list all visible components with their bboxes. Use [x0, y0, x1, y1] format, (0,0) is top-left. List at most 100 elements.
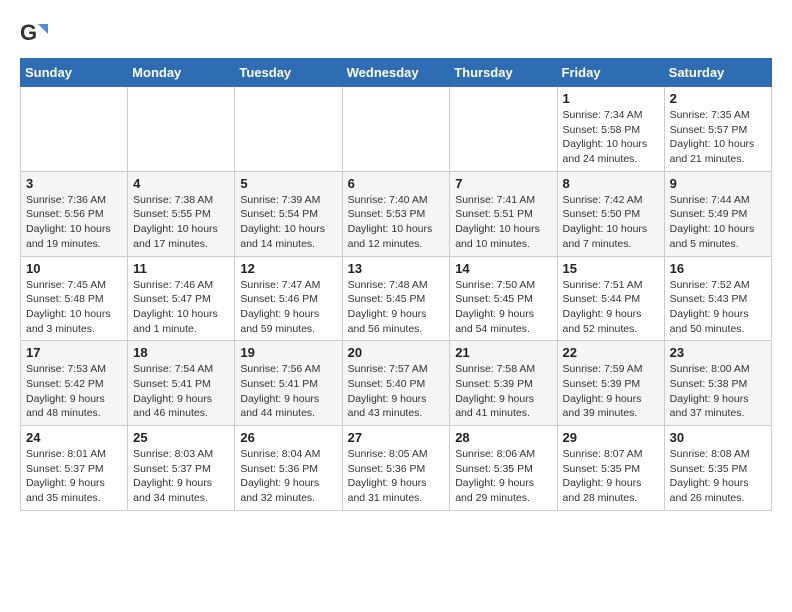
day-info: Sunrise: 7:54 AMSunset: 5:41 PMDaylight:… [133, 362, 229, 421]
calendar-cell: 29 Sunrise: 8:07 AMSunset: 5:35 PMDayligh… [557, 426, 664, 511]
calendar-cell [235, 87, 342, 172]
calendar-cell: 15 Sunrise: 7:51 AMSunset: 5:44 PMDayligh… [557, 256, 664, 341]
day-info: Sunrise: 7:35 AMSunset: 5:57 PMDaylight:… [670, 108, 766, 167]
header: G [20, 20, 772, 48]
day-info: Sunrise: 8:03 AMSunset: 5:37 PMDaylight:… [133, 447, 229, 506]
calendar-week-4: 17 Sunrise: 7:53 AMSunset: 5:42 PMDayligh… [21, 341, 772, 426]
day-number: 13 [348, 261, 445, 276]
calendar-week-2: 3 Sunrise: 7:36 AMSunset: 5:56 PMDaylight… [21, 171, 772, 256]
day-info: Sunrise: 7:56 AMSunset: 5:41 PMDaylight:… [240, 362, 336, 421]
day-number: 19 [240, 345, 336, 360]
day-info: Sunrise: 7:59 AMSunset: 5:39 PMDaylight:… [563, 362, 659, 421]
calendar-week-5: 24 Sunrise: 8:01 AMSunset: 5:37 PMDayligh… [21, 426, 772, 511]
day-number: 5 [240, 176, 336, 191]
calendar: SundayMondayTuesdayWednesdayThursdayFrid… [20, 58, 772, 511]
day-info: Sunrise: 8:08 AMSunset: 5:35 PMDaylight:… [670, 447, 766, 506]
day-info: Sunrise: 8:07 AMSunset: 5:35 PMDaylight:… [563, 447, 659, 506]
calendar-cell: 19 Sunrise: 7:56 AMSunset: 5:41 PMDayligh… [235, 341, 342, 426]
calendar-cell [21, 87, 128, 172]
day-number: 3 [26, 176, 122, 191]
calendar-cell: 5 Sunrise: 7:39 AMSunset: 5:54 PMDaylight… [235, 171, 342, 256]
calendar-cell: 2 Sunrise: 7:35 AMSunset: 5:57 PMDaylight… [664, 87, 771, 172]
calendar-cell: 26Sunrise: 8:04 AMSunset: 5:36 PMDayligh… [235, 426, 342, 511]
day-info: Sunrise: 7:53 AMSunset: 5:42 PMDaylight:… [26, 362, 122, 421]
day-info: Sunrise: 7:42 AMSunset: 5:50 PMDaylight:… [563, 193, 659, 252]
weekday-header-sunday: Sunday [21, 59, 128, 87]
logo: G [20, 20, 50, 48]
calendar-cell: 10 Sunrise: 7:45 AMSunset: 5:48 PMDayligh… [21, 256, 128, 341]
calendar-cell: 12 Sunrise: 7:47 AMSunset: 5:46 PMDayligh… [235, 256, 342, 341]
day-info: Sunrise: 7:41 AMSunset: 5:51 PMDaylight:… [455, 193, 551, 252]
day-number: 30 [670, 430, 766, 445]
day-number: 8 [563, 176, 659, 191]
day-number: 10 [26, 261, 122, 276]
day-info: Sunrise: 7:51 AMSunset: 5:44 PMDaylight:… [563, 278, 659, 337]
day-info: Sunrise: 7:36 AMSunset: 5:56 PMDaylight:… [26, 193, 122, 252]
day-number: 16 [670, 261, 766, 276]
calendar-cell: 11 Sunrise: 7:46 AMSunset: 5:47 PMDayligh… [128, 256, 235, 341]
calendar-cell: 22 Sunrise: 7:59 AMSunset: 5:39 PMDayligh… [557, 341, 664, 426]
calendar-cell [450, 87, 557, 172]
day-info: Sunrise: 7:46 AMSunset: 5:47 PMDaylight:… [133, 278, 229, 337]
weekday-header-wednesday: Wednesday [342, 59, 450, 87]
day-info: Sunrise: 7:45 AMSunset: 5:48 PMDaylight:… [26, 278, 122, 337]
logo-icon: G [20, 20, 48, 48]
svg-text:G: G [20, 20, 37, 45]
day-info: Sunrise: 7:58 AMSunset: 5:39 PMDaylight:… [455, 362, 551, 421]
day-info: Sunrise: 7:40 AMSunset: 5:53 PMDaylight:… [348, 193, 445, 252]
calendar-cell: 25 Sunrise: 8:03 AMSunset: 5:37 PMDayligh… [128, 426, 235, 511]
day-info: Sunrise: 8:00 AMSunset: 5:38 PMDaylight:… [670, 362, 766, 421]
day-info: Sunrise: 8:06 AMSunset: 5:35 PMDaylight:… [455, 447, 551, 506]
day-number: 17 [26, 345, 122, 360]
day-number: 15 [563, 261, 659, 276]
day-info: Sunrise: 7:50 AMSunset: 5:45 PMDaylight:… [455, 278, 551, 337]
calendar-cell: 24 Sunrise: 8:01 AMSunset: 5:37 PMDayligh… [21, 426, 128, 511]
calendar-week-1: 1 Sunrise: 7:34 AMSunset: 5:58 PMDaylight… [21, 87, 772, 172]
day-number: 21 [455, 345, 551, 360]
day-info: Sunrise: 7:52 AMSunset: 5:43 PMDaylight:… [670, 278, 766, 337]
day-info: Sunrise: 7:39 AMSunset: 5:54 PMDaylight:… [240, 193, 336, 252]
day-number: 9 [670, 176, 766, 191]
calendar-cell: 1 Sunrise: 7:34 AMSunset: 5:58 PMDaylight… [557, 87, 664, 172]
day-number: 11 [133, 261, 229, 276]
weekday-header-tuesday: Tuesday [235, 59, 342, 87]
day-number: 2 [670, 91, 766, 106]
calendar-cell: 16 Sunrise: 7:52 AMSunset: 5:43 PMDayligh… [664, 256, 771, 341]
day-info: Sunrise: 7:57 AMSunset: 5:40 PMDaylight:… [348, 362, 445, 421]
day-info: Sunrise: 7:38 AMSunset: 5:55 PMDaylight:… [133, 193, 229, 252]
day-info: Sunrise: 8:01 AMSunset: 5:37 PMDaylight:… [26, 447, 122, 506]
day-info: Sunrise: 8:05 AMSunset: 5:36 PMDaylight:… [348, 447, 445, 506]
calendar-cell: 17 Sunrise: 7:53 AMSunset: 5:42 PMDayligh… [21, 341, 128, 426]
calendar-cell: 27Sunrise: 8:05 AMSunset: 5:36 PMDayligh… [342, 426, 450, 511]
day-info: Sunrise: 7:47 AMSunset: 5:46 PMDaylight:… [240, 278, 336, 337]
day-number: 7 [455, 176, 551, 191]
day-number: 23 [670, 345, 766, 360]
calendar-header-row: SundayMondayTuesdayWednesdayThursdayFrid… [21, 59, 772, 87]
calendar-cell: 20Sunrise: 7:57 AMSunset: 5:40 PMDayligh… [342, 341, 450, 426]
calendar-cell: 18Sunrise: 7:54 AMSunset: 5:41 PMDayligh… [128, 341, 235, 426]
day-number: 12 [240, 261, 336, 276]
calendar-cell: 30 Sunrise: 8:08 AMSunset: 5:35 PMDayligh… [664, 426, 771, 511]
day-number: 25 [133, 430, 229, 445]
day-number: 4 [133, 176, 229, 191]
weekday-header-saturday: Saturday [664, 59, 771, 87]
calendar-cell: 3 Sunrise: 7:36 AMSunset: 5:56 PMDaylight… [21, 171, 128, 256]
calendar-cell: 21 Sunrise: 7:58 AMSunset: 5:39 PMDayligh… [450, 341, 557, 426]
calendar-cell [128, 87, 235, 172]
calendar-cell: 7 Sunrise: 7:41 AMSunset: 5:51 PMDaylight… [450, 171, 557, 256]
calendar-cell: 8 Sunrise: 7:42 AMSunset: 5:50 PMDaylight… [557, 171, 664, 256]
day-info: Sunrise: 7:34 AMSunset: 5:58 PMDaylight:… [563, 108, 659, 167]
day-number: 6 [348, 176, 445, 191]
weekday-header-monday: Monday [128, 59, 235, 87]
day-number: 1 [563, 91, 659, 106]
calendar-cell: 28 Sunrise: 8:06 AMSunset: 5:35 PMDayligh… [450, 426, 557, 511]
calendar-cell: 4 Sunrise: 7:38 AMSunset: 5:55 PMDaylight… [128, 171, 235, 256]
day-info: Sunrise: 7:48 AMSunset: 5:45 PMDaylight:… [348, 278, 445, 337]
day-number: 22 [563, 345, 659, 360]
calendar-cell: 9Sunrise: 7:44 AMSunset: 5:49 PMDaylight… [664, 171, 771, 256]
day-number: 26 [240, 430, 336, 445]
calendar-cell: 23 Sunrise: 8:00 AMSunset: 5:38 PMDayligh… [664, 341, 771, 426]
day-number: 28 [455, 430, 551, 445]
day-number: 29 [563, 430, 659, 445]
day-number: 24 [26, 430, 122, 445]
